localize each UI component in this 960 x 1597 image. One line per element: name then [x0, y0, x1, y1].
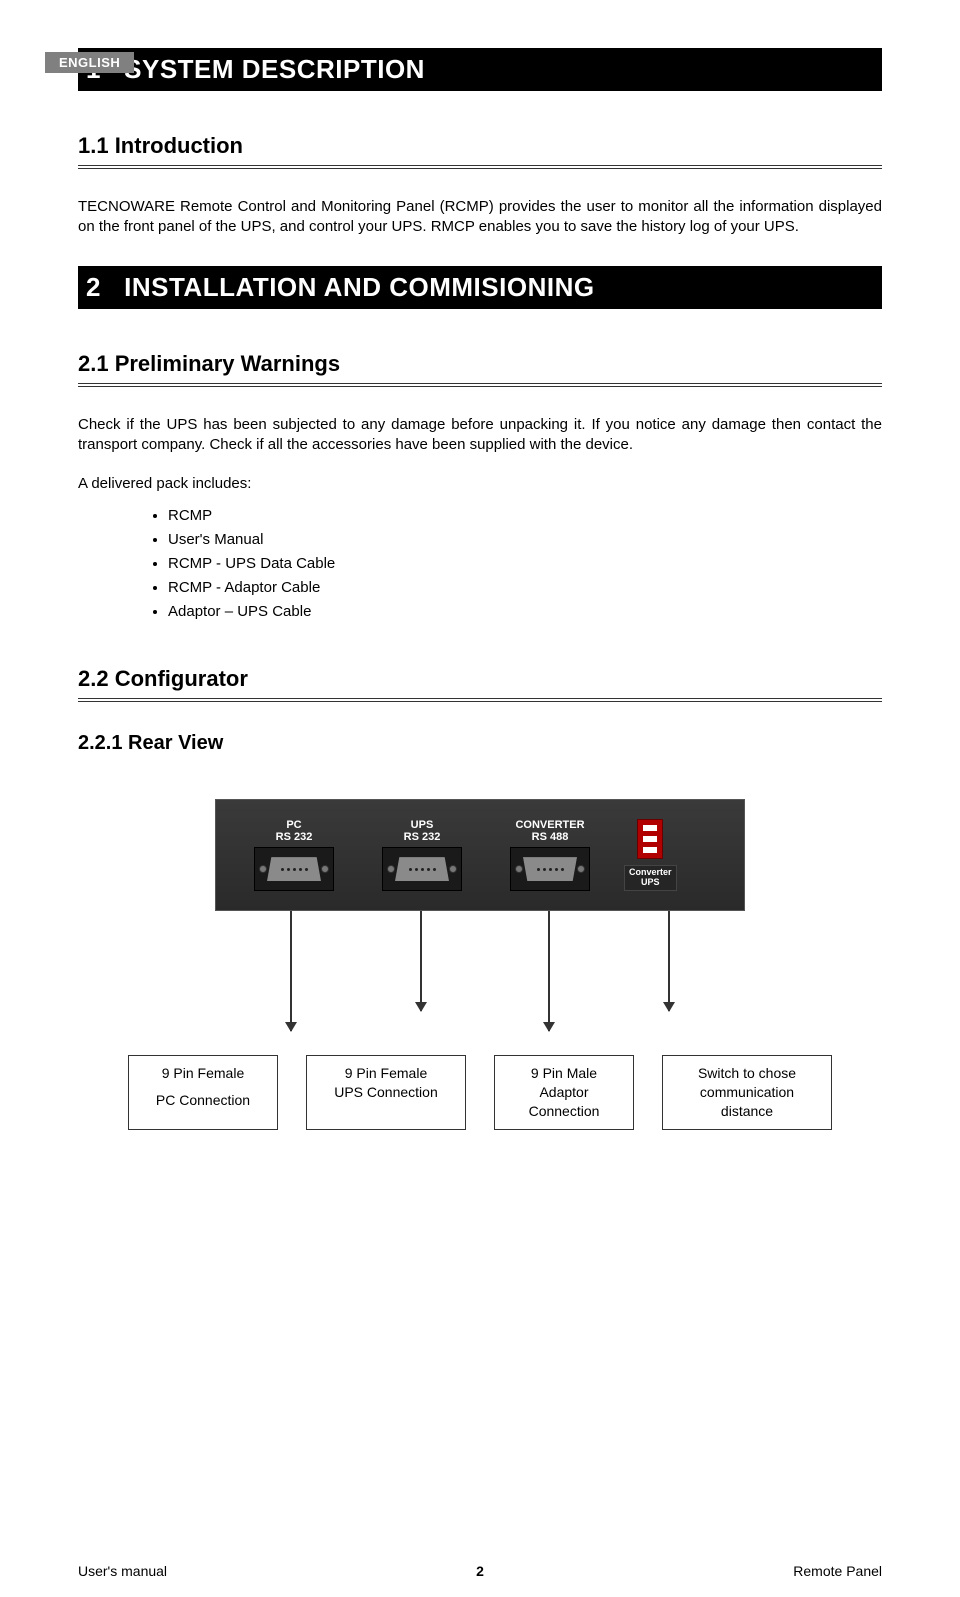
- section-2-title: INSTALLATION AND COMMISIONING: [124, 272, 594, 302]
- callout-line: 9 Pin Male: [503, 1064, 625, 1083]
- rule: [78, 383, 882, 387]
- port-ups-label-bot: RS 232: [404, 831, 441, 843]
- rule: [78, 698, 882, 702]
- page-footer: User's manual 2 Remote Panel: [78, 1563, 882, 1579]
- arrow-icon: [290, 911, 292, 1031]
- port-pc-label-bot: RS 232: [276, 831, 313, 843]
- arrow-icon: [668, 911, 670, 1011]
- port-ups: UPS RS 232: [358, 819, 486, 891]
- port-pc: PC RS 232: [230, 819, 358, 891]
- list-item: RCMP - UPS Data Cable: [168, 552, 882, 576]
- subheading-2-2-1: 2.2.1 Rear View: [78, 732, 882, 755]
- list-item: User's Manual: [168, 528, 882, 552]
- pack-list: RCMP User's Manual RCMP - UPS Data Cable…: [168, 504, 882, 624]
- arrow-icon: [420, 911, 422, 1011]
- list-item: RCMP: [168, 504, 882, 528]
- callout-line: distance: [671, 1102, 823, 1121]
- callout-line: Connection: [503, 1102, 625, 1121]
- switch-mini-label: Converter UPS: [624, 865, 677, 891]
- subheading-2-1: 2.1 Preliminary Warnings: [78, 351, 882, 377]
- callout-adaptor: 9 Pin Male Adaptor Connection: [494, 1055, 634, 1130]
- callout-line: Switch to chose: [671, 1064, 823, 1083]
- section-1-title: SYSTEM DESCRIPTION: [124, 54, 425, 84]
- callout-line: UPS Connection: [315, 1083, 457, 1102]
- language-tab: ENGLISH: [45, 52, 134, 73]
- db9-male-icon: [510, 847, 590, 891]
- list-item: RCMP - Adaptor Cable: [168, 576, 882, 600]
- callout-ups: 9 Pin Female UPS Connection: [306, 1055, 466, 1130]
- port-ups-label-top: UPS: [404, 819, 441, 831]
- callout-pc: 9 Pin Female PC Connection: [128, 1055, 278, 1130]
- port-conv-label-bot: RS 488: [515, 831, 584, 843]
- callout-line: 9 Pin Female: [315, 1064, 457, 1083]
- db9-female-icon: [254, 847, 334, 891]
- footer-left: User's manual: [78, 1563, 167, 1579]
- subheading-1-1: 1.1 Introduction: [78, 133, 882, 159]
- callout-line: communication: [671, 1083, 823, 1102]
- pack-intro: A delivered pack includes:: [78, 475, 882, 492]
- port-pc-label-top: PC: [276, 819, 313, 831]
- section-2-number: 2: [86, 272, 101, 302]
- intro-paragraph: TECNOWARE Remote Control and Monitoring …: [78, 197, 882, 238]
- dip-switch-group: Converter UPS: [624, 819, 677, 891]
- warnings-paragraph: Check if the UPS has been subjected to a…: [78, 415, 882, 456]
- footer-right: Remote Panel: [793, 1563, 882, 1579]
- rule: [78, 165, 882, 169]
- callout-switch: Switch to chose communication distance: [662, 1055, 832, 1130]
- section-2-header: 2 INSTALLATION AND COMMISIONING: [78, 266, 882, 309]
- port-converter: CONVERTER RS 488: [486, 819, 614, 891]
- callout-line: Adaptor: [503, 1083, 625, 1102]
- subheading-2-2: 2.2 Configurator: [78, 666, 882, 692]
- arrow-group: [170, 911, 790, 1051]
- dip-switch-icon: [637, 819, 663, 859]
- callout-line: PC Connection: [137, 1091, 269, 1110]
- section-1-header: 1 SYSTEM DESCRIPTION: [78, 48, 882, 91]
- rear-panel-photo: PC RS 232 UPS RS 232 CONVERTER: [215, 799, 745, 911]
- arrow-icon: [548, 911, 550, 1031]
- callout-line: 9 Pin Female: [137, 1064, 269, 1083]
- footer-page-number: 2: [476, 1563, 484, 1579]
- list-item: Adaptor – UPS Cable: [168, 600, 882, 624]
- db9-female-icon: [382, 847, 462, 891]
- port-conv-label-top: CONVERTER: [515, 819, 584, 831]
